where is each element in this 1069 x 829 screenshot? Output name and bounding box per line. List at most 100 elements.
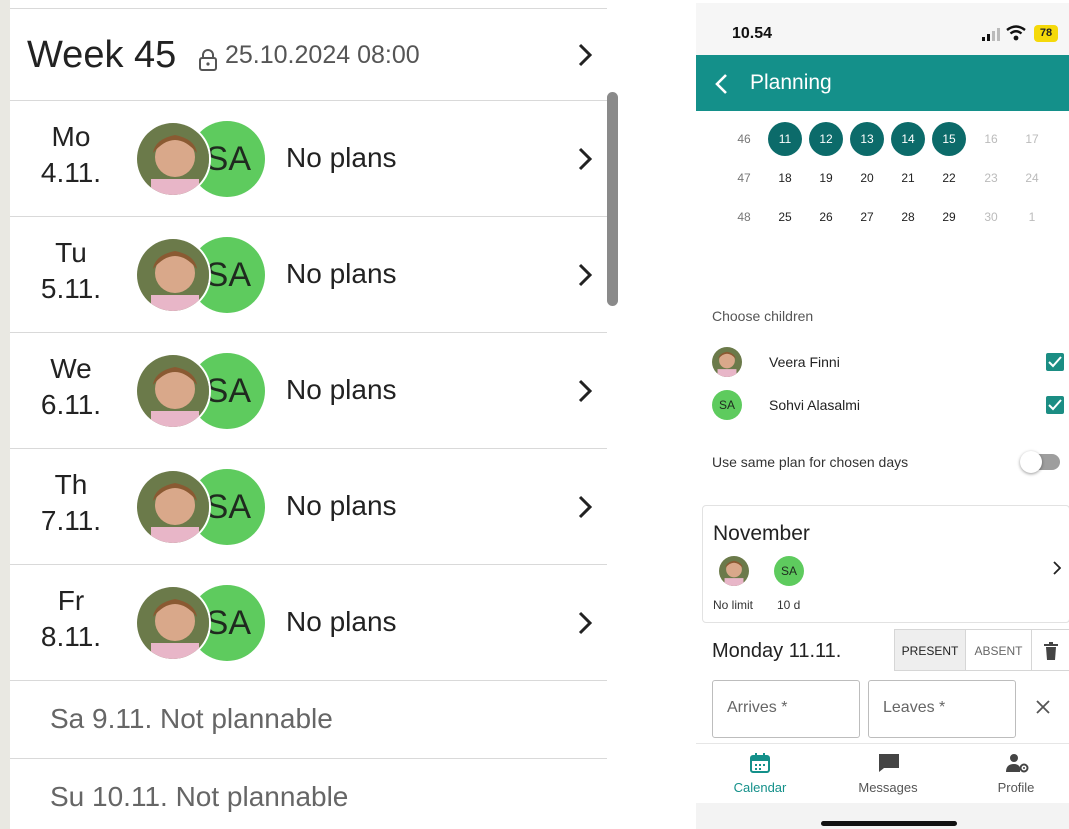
nav-messages[interactable]: Messages xyxy=(826,744,950,804)
calendar-day[interactable]: 28 xyxy=(891,200,925,234)
child-photo-avatar xyxy=(135,121,211,197)
close-icon[interactable] xyxy=(1035,699,1051,715)
check-icon xyxy=(1048,356,1062,368)
sa-avatar: SA xyxy=(712,390,742,420)
back-arrow-icon[interactable] xyxy=(714,73,728,95)
child-name: Veera Finni xyxy=(769,354,840,370)
day-status: No plans xyxy=(286,490,397,521)
calendar-day[interactable]: 26 xyxy=(809,200,843,234)
child-name: Sohvi Alasalmi xyxy=(769,397,861,413)
chevron-right-icon xyxy=(578,147,593,171)
week-header-row[interactable]: Week 45 25.10.2024 08:00 xyxy=(10,9,607,101)
calendar-day-weekend: 16 xyxy=(984,132,998,146)
not-plannable-row: Su 10.11. Not plannable xyxy=(10,759,607,829)
calendar-day-selected[interactable]: 11 xyxy=(768,122,802,156)
calendar-day[interactable]: 25 xyxy=(768,200,802,234)
same-plan-label: Use same plan for chosen days xyxy=(712,454,909,470)
calendar-day[interactable]: 29 xyxy=(932,200,966,234)
day-row-tu[interactable]: Tu 5.11. SA No plans xyxy=(10,217,607,333)
toggle-knob xyxy=(1020,451,1042,473)
day-status: No plans xyxy=(286,606,397,637)
quota-label: No limit xyxy=(713,598,754,612)
present-button[interactable]: PRESENT xyxy=(894,629,966,671)
scrollbar[interactable] xyxy=(607,92,618,306)
calendar-day-selected[interactable]: 14 xyxy=(891,122,925,156)
not-plannable-text: Sa 9.11. Not plannable xyxy=(50,703,333,734)
day-date: 6.11. xyxy=(40,389,102,420)
calendar-day[interactable]: 19 xyxy=(809,161,843,195)
calendar-day-weekend: 23 xyxy=(984,171,998,185)
chevron-right-icon xyxy=(578,611,593,635)
signal-icon xyxy=(982,28,1000,41)
absent-button[interactable]: ABSENT xyxy=(966,629,1032,671)
home-indicator-area xyxy=(696,803,1069,829)
week-title: Week 45 xyxy=(27,34,177,76)
calendar-day-selected[interactable]: 12 xyxy=(809,122,843,156)
nav-calendar[interactable]: Calendar xyxy=(698,744,822,804)
home-indicator[interactable] xyxy=(821,821,957,826)
calendar-day-weekend: 30 xyxy=(984,210,998,224)
nav-profile[interactable]: Profile xyxy=(954,744,1069,804)
calendar-day-next-month: 1 xyxy=(1028,210,1036,224)
child-photo-avatar xyxy=(135,237,211,313)
quota-label: 10 d xyxy=(777,598,801,612)
week-locked-date: 25.10.2024 08:00 xyxy=(225,41,420,69)
arrives-field[interactable]: Arrives * xyxy=(712,680,860,738)
app-bar: Planning xyxy=(696,55,1069,111)
bottom-navigation: Calendar Messages Profile xyxy=(696,743,1069,803)
calendar-day[interactable]: 21 xyxy=(891,161,925,195)
chevron-right-icon xyxy=(578,43,593,67)
child-checkbox[interactable] xyxy=(1046,396,1064,414)
status-bar: 10.54 78 xyxy=(696,3,1069,55)
child-photo-avatar xyxy=(135,585,211,661)
day-date: 7.11. xyxy=(40,505,102,536)
status-time: 10.54 xyxy=(732,25,773,42)
day-date: 4.11. xyxy=(40,157,102,188)
planning-screen: 10.54 78 Planning 46 11 12 13 14 15 16 1… xyxy=(696,3,1069,829)
calendar-day[interactable]: 22 xyxy=(932,161,966,195)
chevron-right-icon xyxy=(1053,561,1061,575)
day-row-we[interactable]: We 6.11. SA No plans xyxy=(10,333,607,449)
calendar-day[interactable]: 20 xyxy=(850,161,884,195)
month-summary-card[interactable]: November SA No limit 10 d xyxy=(702,505,1069,623)
child-photo-avatar xyxy=(712,347,742,377)
day-row-mo[interactable]: Mo 4.11. SA No plans xyxy=(10,101,607,217)
day-editor-title: Monday 11.11. xyxy=(712,640,842,662)
child-checkbox[interactable] xyxy=(1046,353,1064,371)
calendar-day-selected[interactable]: 13 xyxy=(850,122,884,156)
week-number: 48 xyxy=(737,210,751,224)
child-photo-avatar xyxy=(135,353,211,429)
message-icon xyxy=(879,754,899,772)
leaves-field[interactable]: Leaves * xyxy=(868,680,1016,738)
profile-settings-icon xyxy=(1006,754,1029,773)
calendar-day-selected[interactable]: 15 xyxy=(932,122,966,156)
delete-button[interactable] xyxy=(1032,629,1069,671)
trash-icon xyxy=(1044,642,1058,660)
calendar-day[interactable]: 27 xyxy=(850,200,884,234)
not-plannable-text: Su 10.11. Not plannable xyxy=(50,781,349,812)
chevron-right-icon xyxy=(578,495,593,519)
calendar-day[interactable]: 18 xyxy=(768,161,802,195)
choose-children-label: Choose children xyxy=(712,308,814,324)
calendar-icon xyxy=(750,753,770,773)
day-status: No plans xyxy=(286,374,397,405)
week-number: 47 xyxy=(737,171,751,185)
month-title: November xyxy=(713,522,810,545)
same-plan-toggle[interactable] xyxy=(1020,451,1060,473)
day-name: Mo xyxy=(51,121,91,152)
week-planning-list: Week 45 25.10.2024 08:00 Mo 4.11. SA No … xyxy=(0,0,622,829)
day-date: 8.11. xyxy=(40,621,102,652)
page-title: Planning xyxy=(750,71,832,94)
day-row-fr[interactable]: Fr 8.11. SA No plans xyxy=(10,565,607,681)
child-photo-avatar xyxy=(719,556,749,586)
wifi-icon xyxy=(1006,25,1026,41)
day-status: No plans xyxy=(286,142,397,173)
day-name: Th xyxy=(54,469,88,500)
day-name: We xyxy=(50,353,92,384)
day-row-th[interactable]: Th 7.11. SA No plans xyxy=(10,449,607,565)
check-icon xyxy=(1048,399,1062,411)
nav-label: Messages xyxy=(858,780,918,795)
day-name: Fr xyxy=(57,585,85,616)
nav-label: Profile xyxy=(997,780,1035,795)
day-status: No plans xyxy=(286,258,397,289)
